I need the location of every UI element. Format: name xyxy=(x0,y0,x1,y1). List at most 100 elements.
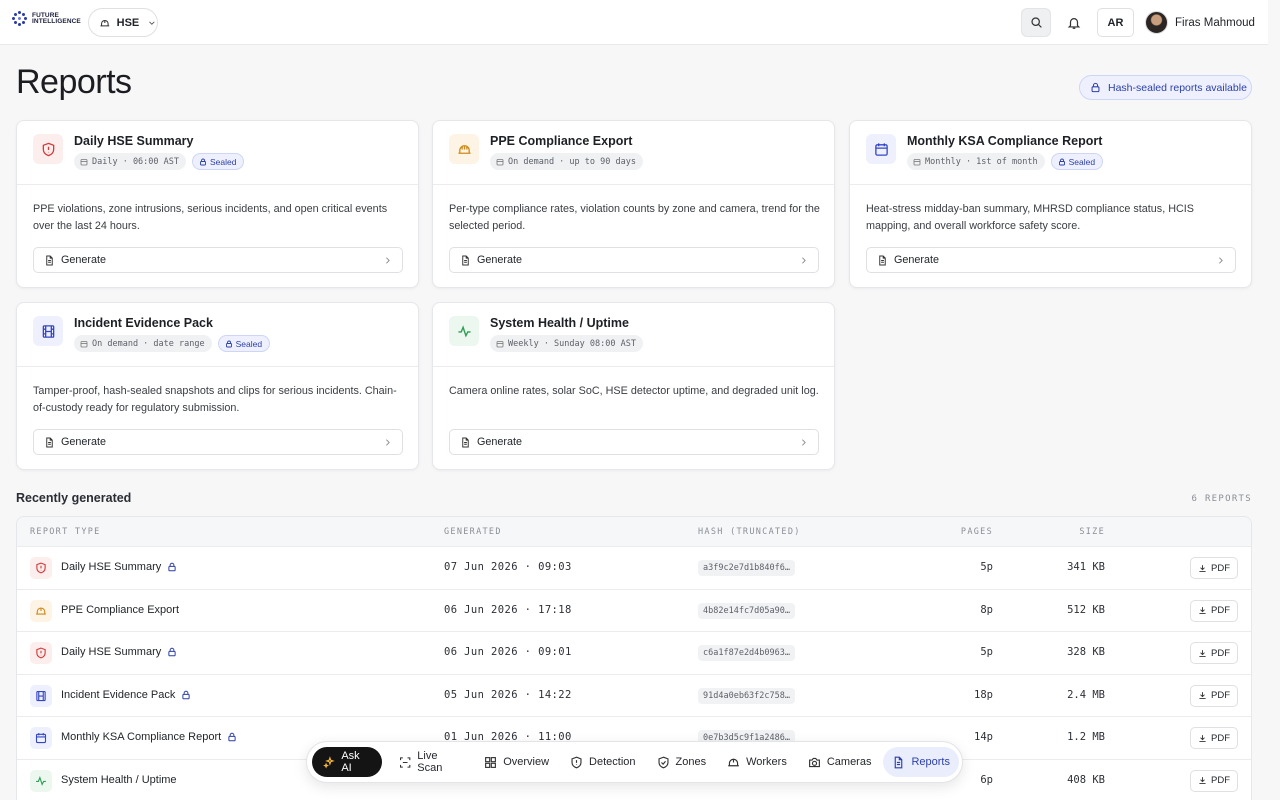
notifications-button[interactable] xyxy=(1061,8,1087,37)
shield-icon xyxy=(30,557,52,579)
row-size: 2.4 MB xyxy=(1067,688,1105,701)
document-icon xyxy=(462,437,469,447)
download-icon xyxy=(1199,564,1206,572)
download-icon xyxy=(1199,607,1206,615)
row-pages: 5p xyxy=(980,561,993,573)
lock-icon xyxy=(168,647,176,657)
row-size: 408 KB xyxy=(1067,773,1105,786)
schedule-tag: Monthly · 1st of month xyxy=(907,153,1045,170)
card-description: Per-type compliance rates, violation cou… xyxy=(449,203,820,232)
row-size: 341 KB xyxy=(1067,561,1105,573)
calendar-small-icon xyxy=(80,158,88,165)
download-pdf-button[interactable]: PDF xyxy=(1190,557,1238,579)
nav-reports[interactable]: Reports xyxy=(883,747,959,777)
generate-label: Generate xyxy=(477,254,523,266)
download-icon xyxy=(1199,777,1206,785)
nav-overview[interactable]: Overview xyxy=(475,747,558,777)
download-pdf-button[interactable]: PDF xyxy=(1190,769,1238,792)
film-icon xyxy=(33,316,63,346)
nav-zones[interactable]: Zones xyxy=(648,747,716,777)
recent-title: Recently generated xyxy=(16,491,132,505)
row-name-text: Monthly KSA Compliance Report xyxy=(61,731,222,743)
calendar-small-icon xyxy=(496,340,504,347)
user-menu[interactable]: Firas Mahmoud xyxy=(1145,11,1255,34)
generate-label: Generate xyxy=(894,254,940,266)
shield-check-icon xyxy=(657,756,669,768)
row-report-type: Daily HSE Summary xyxy=(61,646,177,658)
ask-ai-button[interactable]: Ask AI xyxy=(312,747,382,777)
row-name-text: PPE Compliance Export xyxy=(61,603,179,616)
generate-label: Generate xyxy=(61,436,107,448)
hash-sealed-badge[interactable]: Hash-sealed reports available xyxy=(1079,75,1252,100)
sparkle-icon xyxy=(323,755,335,768)
row-pages: 5p xyxy=(980,646,993,658)
report-card-monthly-ksa: Monthly KSA Compliance Report Monthly · … xyxy=(849,120,1252,288)
dock-label: Zones xyxy=(675,756,707,768)
lock-icon xyxy=(182,690,190,699)
tenant-selector[interactable]: HSE xyxy=(88,8,158,37)
film-icon xyxy=(30,684,52,707)
hardhat-icon xyxy=(100,19,110,26)
camera-icon xyxy=(808,757,820,767)
download-pdf-button[interactable]: PDF xyxy=(1190,727,1238,749)
document-icon xyxy=(46,255,53,265)
hardhat-icon xyxy=(728,758,739,766)
card-title: Incident Evidence Pack xyxy=(74,316,213,330)
row-report-type: System Health / Uptime xyxy=(61,774,177,786)
dock-label: Reports xyxy=(911,756,950,768)
download-pdf-button[interactable]: PDF xyxy=(1190,642,1238,664)
card-header: Daily HSE Summary Daily · 06:00 AST Seal… xyxy=(17,121,418,185)
search-button[interactable] xyxy=(1021,8,1051,37)
sealed-text: Sealed xyxy=(235,338,263,349)
lock-icon xyxy=(225,340,232,347)
generate-button[interactable]: Generate xyxy=(449,429,819,455)
download-pdf-button[interactable]: PDF xyxy=(1190,684,1238,707)
table-row[interactable]: PPE Compliance Export 06 Jun 2026 · 17:1… xyxy=(17,590,1251,632)
grid-icon xyxy=(485,756,497,768)
generate-button[interactable]: Generate xyxy=(866,247,1236,273)
report-card-system-health: System Health / Uptime Weekly · Sunday 0… xyxy=(432,302,835,470)
col-generated: GENERATED xyxy=(444,527,502,537)
pdf-label: PDF xyxy=(1211,690,1230,701)
card-title: PPE Compliance Export xyxy=(490,134,633,148)
generate-button[interactable]: Generate xyxy=(449,247,819,273)
brand-name: FUTURE INTELLIGENCE xyxy=(32,12,81,25)
download-icon xyxy=(1199,734,1206,742)
shield-icon xyxy=(33,134,63,164)
generate-button[interactable]: Generate xyxy=(33,247,403,273)
dock-label: Cameras xyxy=(826,756,872,768)
table-row[interactable]: Daily HSE Summary 07 Jun 2026 · 09:03 a3… xyxy=(17,547,1251,590)
card-description: Camera online rates, solar SoC, HSE dete… xyxy=(449,385,819,397)
card-description: Tamper-proof, hash-sealed snapshots and … xyxy=(33,385,397,414)
activity-icon xyxy=(449,316,479,346)
brand-logo[interactable]: FUTURE INTELLIGENCE xyxy=(12,11,94,27)
schedule-tag: On demand · up to 90 days xyxy=(490,153,643,170)
row-hash: 4b82e14fc7d05a90… xyxy=(698,602,795,619)
nav-detection[interactable]: Detection xyxy=(561,747,644,777)
generate-button[interactable]: Generate xyxy=(33,429,403,455)
dock-label: Overview xyxy=(503,756,550,768)
row-report-type: Monthly KSA Compliance Report xyxy=(61,731,237,743)
sealed-text: Sealed xyxy=(210,156,237,167)
col-report-type: REPORT TYPE xyxy=(30,527,101,537)
download-icon xyxy=(1199,692,1206,700)
nav-workers[interactable]: Workers xyxy=(718,747,796,777)
sealed-tag: Sealed xyxy=(192,153,245,170)
pdf-label: PDF xyxy=(1211,775,1230,786)
row-hash: 91d4a0eb63f2c758… xyxy=(698,687,795,704)
table-row[interactable]: Incident Evidence Pack 05 Jun 2026 · 14:… xyxy=(17,675,1251,717)
row-pages: 14p xyxy=(974,731,993,743)
shield-icon xyxy=(571,756,582,768)
report-card-incident-evidence: Incident Evidence Pack On demand · date … xyxy=(16,302,419,470)
row-pages: 18p xyxy=(974,688,993,701)
nav-live-scan[interactable]: Live Scan xyxy=(390,747,472,777)
chevron-right-icon xyxy=(1219,257,1223,264)
row-report-type: Incident Evidence Pack xyxy=(61,689,191,701)
row-size: 512 KB xyxy=(1067,603,1105,616)
table-row[interactable]: Daily HSE Summary 06 Jun 2026 · 09:01 c6… xyxy=(17,632,1251,675)
avatar xyxy=(1145,11,1168,34)
nav-cameras[interactable]: Cameras xyxy=(799,747,881,777)
chevron-right-icon xyxy=(386,257,390,264)
download-pdf-button[interactable]: PDF xyxy=(1190,599,1238,622)
language-toggle[interactable]: AR xyxy=(1097,8,1134,37)
